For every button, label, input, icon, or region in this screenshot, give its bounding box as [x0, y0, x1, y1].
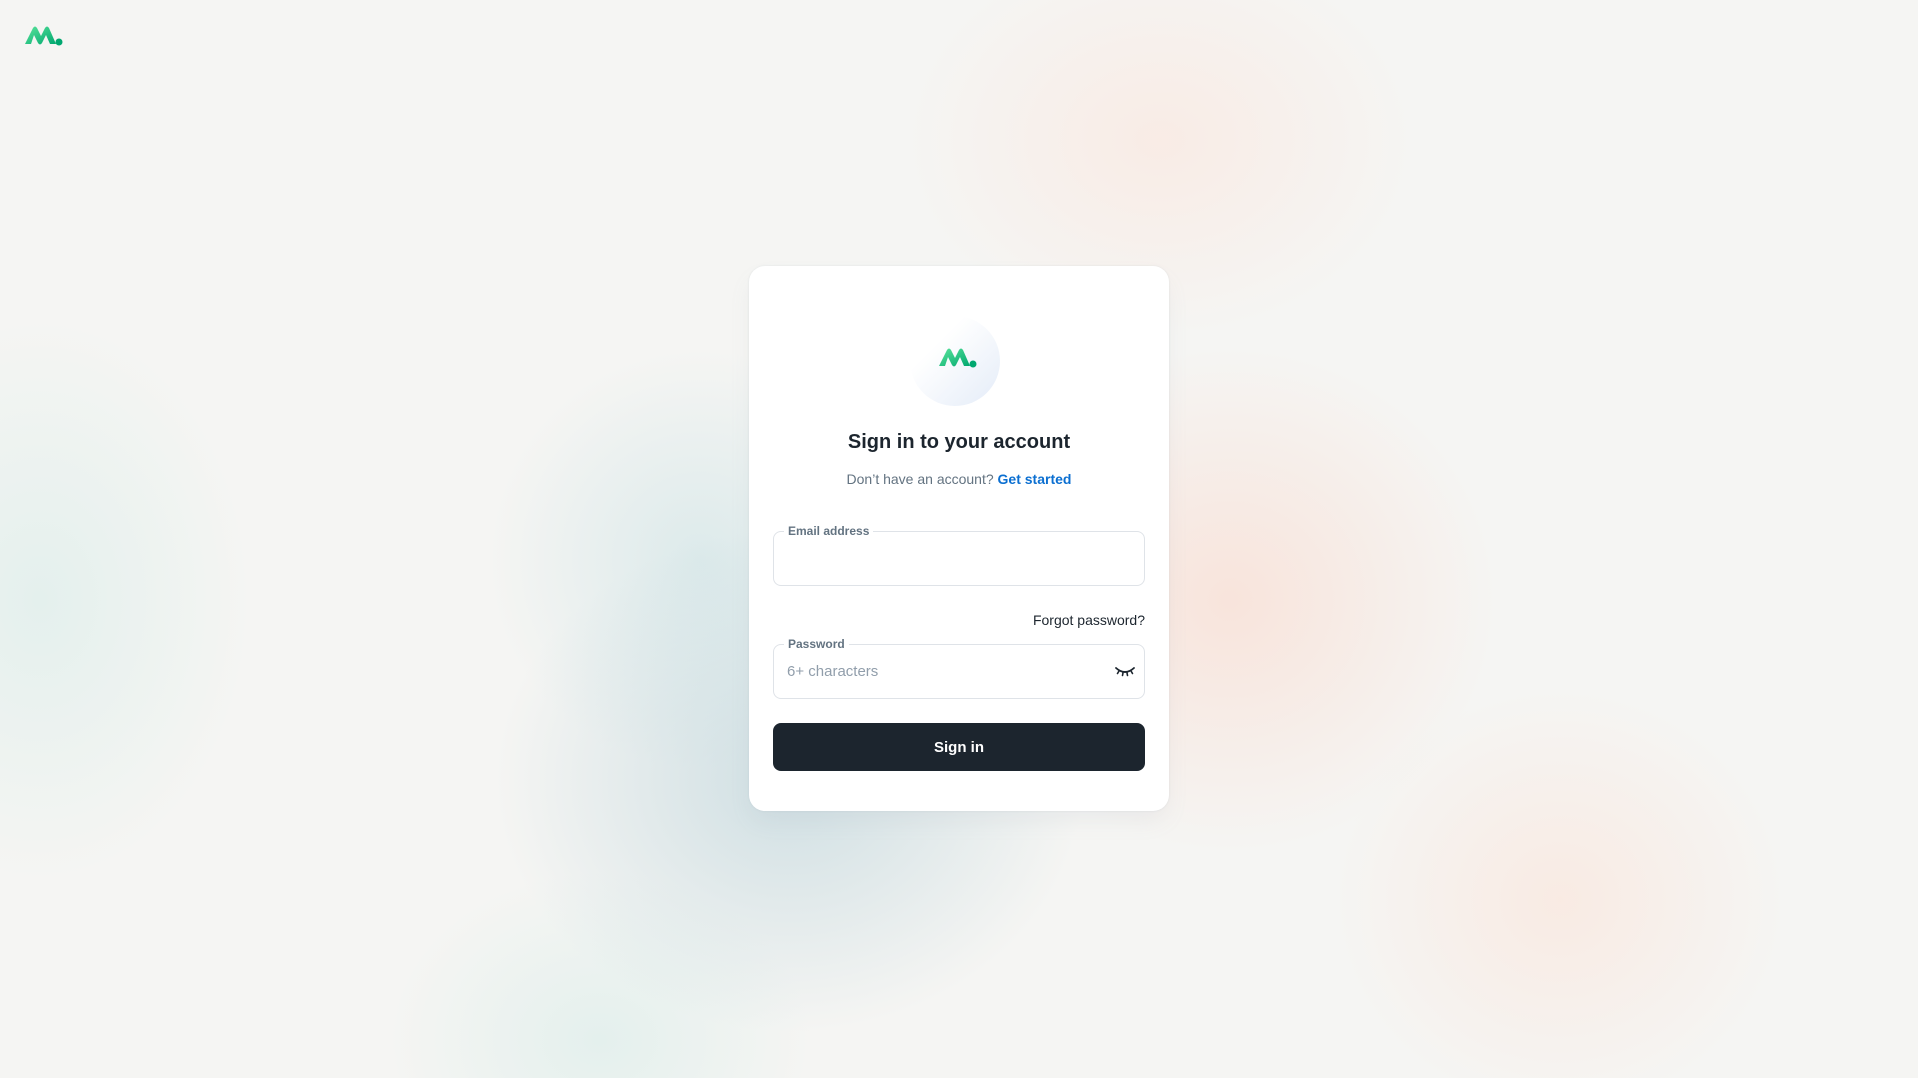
get-started-link[interactable]: Get started [998, 471, 1072, 487]
eye-closed-icon[interactable] [1114, 662, 1136, 680]
email-field: Email address [773, 524, 1145, 586]
top-logo-icon[interactable] [24, 24, 64, 48]
email-input[interactable] [774, 532, 1144, 585]
signup-prompt-text: Don’t have an account? [846, 471, 994, 487]
password-field: Password [773, 637, 1145, 699]
signin-button[interactable]: Sign in [773, 723, 1145, 771]
card-logo [910, 316, 1000, 406]
signin-card: Sign in to your account Don’t have an ac… [749, 266, 1169, 811]
signup-prompt: Don’t have an account? Get started [749, 471, 1169, 487]
forgot-password-link[interactable]: Forgot password? [1033, 612, 1145, 628]
password-input[interactable] [774, 645, 1144, 698]
minimal-logo-icon [939, 348, 977, 368]
page-title: Sign in to your account [847, 431, 1071, 453]
